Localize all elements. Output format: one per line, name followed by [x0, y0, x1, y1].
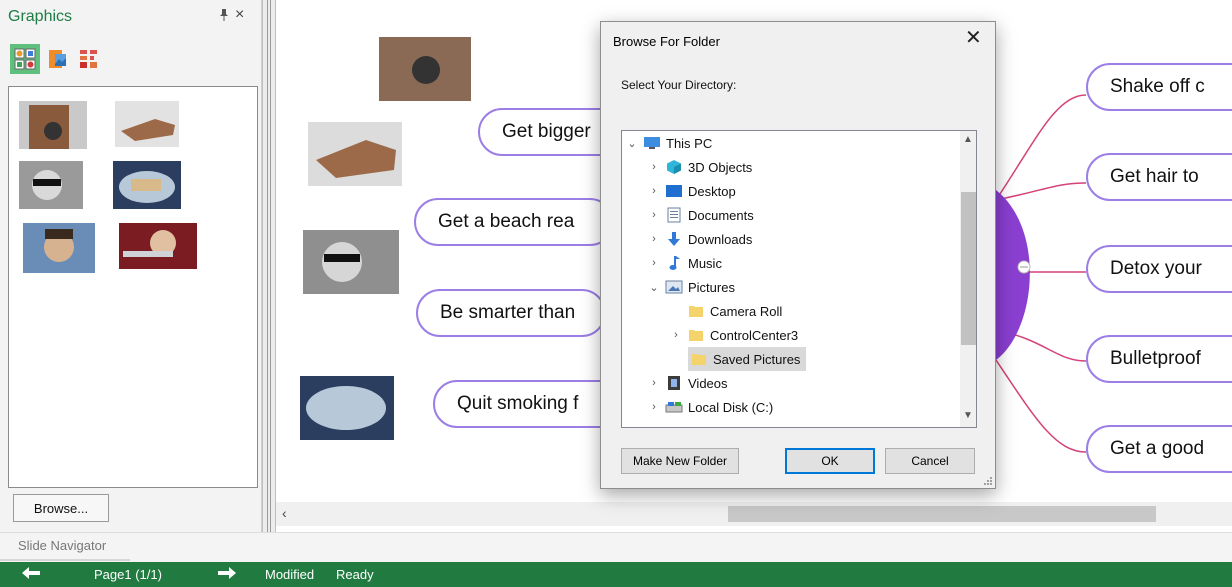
make-new-folder-button[interactable]: Make New Folder [621, 448, 739, 474]
expand-icon[interactable]: › [648, 401, 660, 413]
horizontal-scroll-thumb[interactable] [728, 506, 1156, 522]
graphic-thumbnail[interactable] [19, 161, 83, 209]
cube-icon [665, 159, 683, 175]
tree-item-this-pc[interactable]: ⌄ This PC [626, 131, 712, 155]
graphic-thumbnail[interactable] [23, 223, 95, 273]
graphic-thumbnail[interactable] [113, 161, 181, 209]
status-bar: Page1 (1/1) Modified Ready [0, 562, 1232, 587]
close-icon[interactable]: ✕ [965, 28, 982, 48]
tree-item-music[interactable]: › Music [648, 251, 722, 275]
video-icon [665, 375, 683, 391]
disk-icon [665, 399, 683, 415]
tree-vertical-scrollbar[interactable]: ▲ ▼ [960, 131, 976, 427]
previous-page-icon[interactable] [22, 566, 40, 583]
image-file-icon [49, 50, 66, 68]
tree-item-videos[interactable]: › Videos [648, 371, 728, 395]
icon-set-tab[interactable] [74, 44, 104, 74]
graphics-panel: Graphics × Browse... [0, 0, 262, 532]
graphic-thumbnail[interactable] [119, 223, 197, 269]
expand-icon[interactable]: › [648, 257, 660, 269]
modified-status: Modified [265, 567, 315, 582]
graphic-thumbnail[interactable] [19, 101, 87, 149]
scroll-left-icon[interactable]: ‹ [282, 505, 287, 521]
tree-item-label: Videos [688, 375, 728, 391]
close-panel-icon[interactable]: × [235, 6, 244, 24]
horizontal-scrollbar[interactable]: ‹ [276, 502, 1232, 526]
graphics-panel-title: Graphics [8, 8, 73, 25]
tree-scroll-thumb[interactable] [961, 192, 976, 345]
expand-icon[interactable]: › [648, 377, 660, 389]
graphic-thumbnail[interactable] [115, 101, 179, 147]
ok-button[interactable]: OK [785, 448, 875, 474]
browse-button[interactable]: Browse... [13, 494, 109, 522]
pin-icon[interactable] [219, 9, 229, 24]
tree-item-label: Desktop [688, 183, 736, 199]
graphics-thumbnail-list [8, 86, 258, 488]
image-file-tab[interactable] [42, 44, 72, 74]
app-window: Graphics × Browse... Get bigger Get a be… [0, 0, 1232, 587]
cancel-button[interactable]: Cancel [885, 448, 975, 474]
tree-item-documents[interactable]: › Documents [648, 203, 754, 227]
graphics-tabs [10, 44, 104, 80]
tree-item-label: Local Disk (C:) [688, 399, 774, 415]
scroll-up-icon[interactable]: ▲ [963, 134, 973, 145]
music-icon [665, 255, 683, 271]
pictures-icon [665, 279, 683, 295]
tree-item-downloads[interactable]: › Downloads [648, 227, 752, 251]
tree-item-camera-roll[interactable]: Camera Roll [670, 299, 782, 323]
expand-icon[interactable]: › [648, 185, 660, 197]
tree-item-label: Documents [688, 207, 754, 223]
topic-left-3[interactable]: Be smarter than [416, 289, 606, 337]
ready-status: Ready [336, 567, 374, 582]
tree-item-controlcenter3[interactable]: › ControlCenter3 [670, 323, 798, 347]
folder-icon [690, 351, 708, 367]
folder-icon [687, 303, 705, 319]
collapse-icon[interactable]: ⌄ [648, 281, 660, 294]
page-indicator: Page1 (1/1) [94, 567, 162, 582]
dialog-prompt: Select Your Directory: [621, 78, 737, 92]
tree-item-label: Pictures [688, 279, 735, 295]
tree-item-saved-pictures[interactable]: Saved Pictures [688, 347, 807, 371]
tree-item-label: Downloads [688, 231, 753, 247]
expand-icon[interactable]: › [648, 209, 660, 221]
resize-grip-icon[interactable] [981, 474, 993, 486]
topic-right-5[interactable]: Get a good [1086, 425, 1232, 473]
topic-left-2[interactable]: Get a beach rea [414, 198, 614, 246]
folder-icon [687, 327, 705, 343]
document-icon [665, 207, 683, 223]
slide-navigator-label[interactable]: Slide Navigator [18, 538, 106, 553]
tree-item-local-disk[interactable]: › Local Disk (C:) [648, 395, 773, 419]
tree-item-desktop[interactable]: › Desktop [648, 179, 736, 203]
clipart-icon [14, 48, 36, 70]
tree-item-label: Saved Pictures [713, 351, 801, 367]
download-icon [665, 231, 683, 247]
topic-right-3[interactable]: Detox your [1086, 245, 1232, 293]
scroll-down-icon[interactable]: ▼ [963, 410, 973, 421]
expand-icon[interactable]: › [670, 329, 682, 341]
desktop-icon [665, 183, 683, 199]
browse-folder-dialog: Browse For Folder ✕ Select Your Director… [600, 21, 996, 489]
dialog-title: Browse For Folder [613, 34, 720, 49]
tree-item-3d-objects[interactable]: › 3D Objects [648, 155, 752, 179]
folder-tree[interactable]: ⌄ This PC › 3D Objects › Desktop › Docum… [621, 130, 977, 428]
topic-right-4[interactable]: Bulletproof [1086, 335, 1232, 383]
tree-item-pictures[interactable]: ⌄ Pictures [648, 275, 735, 299]
tree-item-label: 3D Objects [688, 159, 753, 175]
slide-navigator-underline [0, 559, 130, 561]
tree-item-label: Music [688, 255, 722, 271]
icon-set-icon [80, 50, 97, 68]
clipart-tab[interactable] [10, 44, 40, 74]
tree-item-label: ControlCenter3 [710, 327, 799, 343]
topic-right-1[interactable]: Shake off c [1086, 63, 1232, 111]
slide-navigator: Slide Navigator [0, 532, 1232, 562]
panel-splitter[interactable] [262, 0, 276, 532]
tree-item-label: This PC [666, 135, 713, 151]
next-page-icon[interactable] [218, 566, 236, 583]
topic-right-2[interactable]: Get hair to [1086, 153, 1232, 201]
expand-icon[interactable]: › [648, 233, 660, 245]
tree-item-label: Camera Roll [710, 303, 783, 319]
computer-icon [643, 135, 661, 151]
collapse-icon[interactable]: ⌄ [626, 137, 638, 150]
expand-icon[interactable]: › [648, 161, 660, 173]
